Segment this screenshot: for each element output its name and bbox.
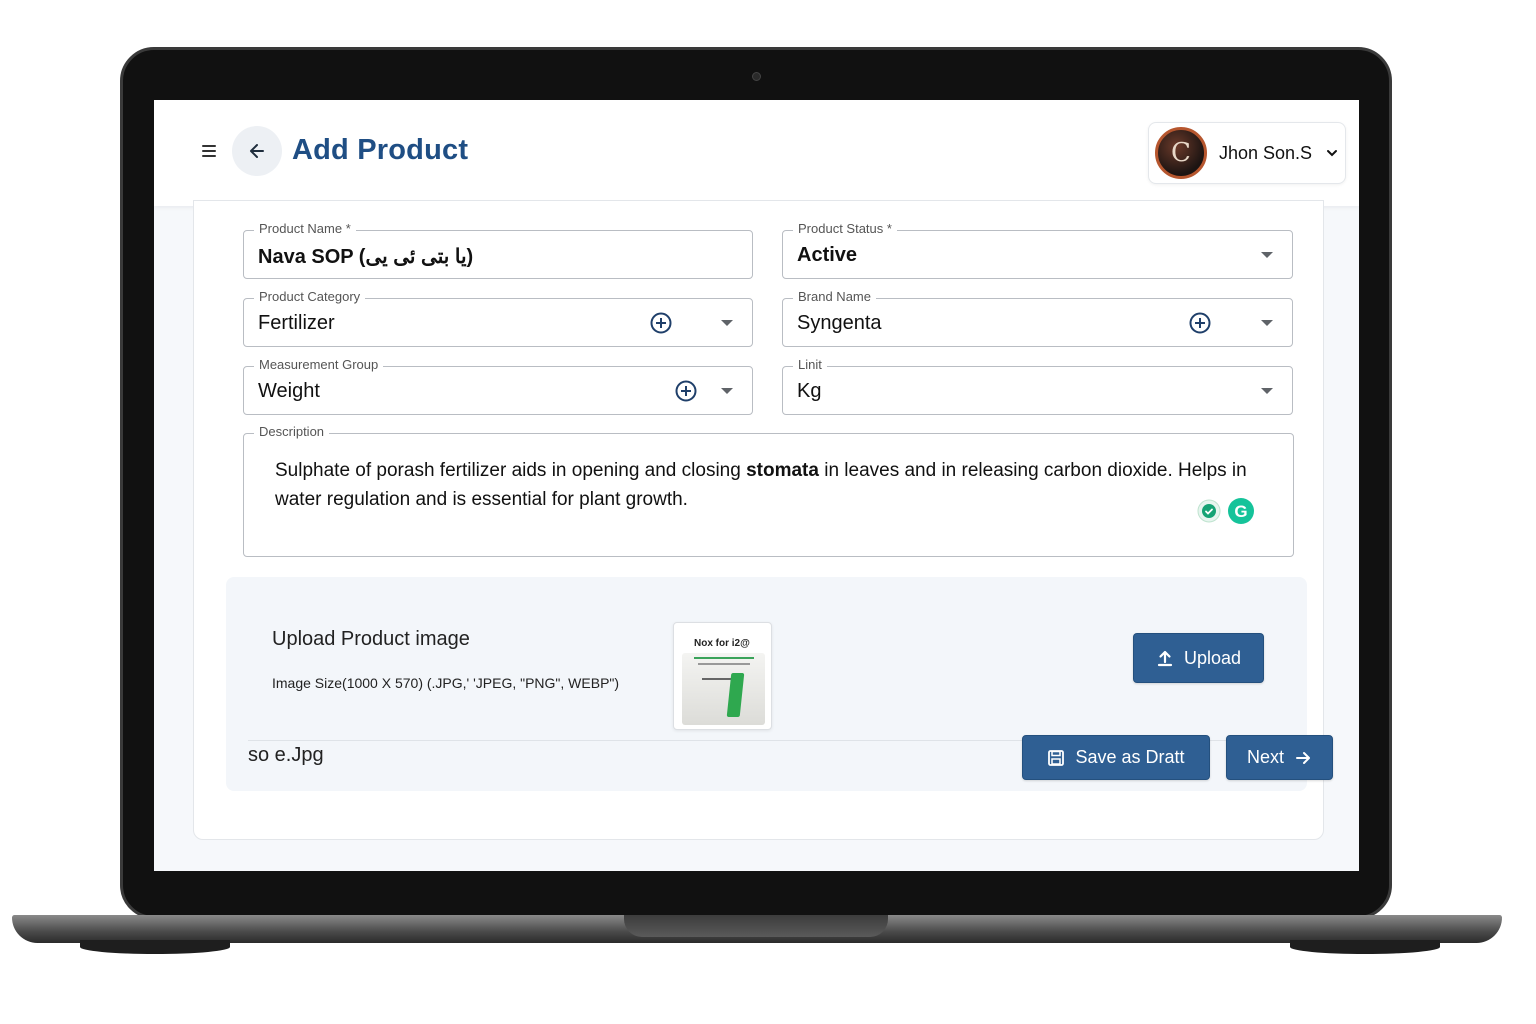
arrow-left-icon	[250, 144, 264, 158]
product-name-label: Product Name *	[254, 221, 356, 236]
product-status-value: Active	[797, 244, 858, 266]
save-draft-button[interactable]: Save as Dratt	[1022, 735, 1210, 780]
description-textarea[interactable]: Description Sulphate of porash fertilize…	[243, 424, 1294, 557]
thumbnail-line	[698, 663, 750, 665]
product-status-label: Product Status *	[793, 221, 897, 236]
caret-down-icon	[1261, 252, 1273, 258]
laptop-notch	[624, 915, 888, 937]
user-menu[interactable]: C Jhon Son.S	[1148, 122, 1346, 184]
product-name-field[interactable]: Product Name * Nava SOP (یا بتی ئی یی)	[243, 221, 753, 279]
chevron-down-icon	[1327, 150, 1338, 157]
product-category-select[interactable]: Product Category Fertilizer	[243, 289, 753, 347]
caret-down-icon	[1261, 388, 1273, 394]
save-draft-label: Save as Dratt	[1075, 747, 1185, 767]
plus-circle-icon[interactable]	[650, 312, 672, 334]
arrow-right-icon	[1296, 751, 1310, 764]
description-label: Description	[254, 424, 330, 439]
measurement-group-select[interactable]: Measurement Group Weight	[243, 357, 753, 415]
caret-down-icon	[721, 388, 733, 394]
grammarly-icon[interactable]: G	[1226, 496, 1256, 526]
unit-value: Kg	[797, 380, 822, 402]
product-status-select[interactable]: Product Status * Active	[782, 221, 1293, 279]
top-bar: Add Product C Jhon Son.S	[154, 100, 1359, 206]
upload-hint: Image Size(1000 X 570) (.JPG,' 'JPEG, "P…	[272, 675, 620, 691]
brand-name-value: Syngenta	[797, 312, 882, 334]
plus-circle-icon[interactable]	[1189, 312, 1211, 334]
save-icon	[1048, 749, 1065, 766]
back-button[interactable]	[232, 126, 282, 176]
product-category-label: Product Category	[254, 289, 366, 304]
svg-text:G: G	[1234, 502, 1247, 521]
measurement-group-label: Measurement Group	[254, 357, 384, 372]
upload-button-label: Upload	[1183, 647, 1242, 668]
unit-label: Linit	[793, 357, 827, 372]
uploaded-file-name: so e.Jpg	[248, 744, 324, 766]
thumbnail-line	[694, 657, 754, 659]
brand-name-label: Brand Name	[793, 289, 876, 304]
upload-title: Upload Product image	[272, 628, 470, 650]
laptop-foot-right	[1290, 940, 1440, 954]
user-name: Jhon Son.S	[1219, 142, 1313, 163]
upload-button[interactable]: Upload	[1133, 633, 1264, 683]
unit-select[interactable]: Linit Kg	[782, 357, 1293, 415]
product-image-thumbnail[interactable]: Nox for i2@	[673, 622, 772, 730]
app-screen: Add Product C Jhon Son.S Product Name * …	[154, 100, 1359, 871]
upload-icon	[1157, 650, 1173, 667]
page-title: Add Product	[292, 134, 469, 166]
description-text: Sulphate of porash fertilizer aids in op…	[275, 460, 1247, 510]
product-name-value: Nava SOP (یا بتی ئی یی)	[258, 246, 474, 268]
webcam	[752, 72, 761, 81]
next-button[interactable]: Next	[1226, 735, 1333, 780]
caret-down-icon	[1261, 320, 1273, 326]
grammarly-check-icon[interactable]	[1196, 498, 1222, 524]
brand-name-select[interactable]: Brand Name Syngenta	[782, 289, 1293, 347]
next-label: Next	[1246, 747, 1284, 767]
grammarly-widget[interactable]: G	[1196, 496, 1256, 526]
menu-icon[interactable]	[202, 144, 216, 158]
plus-circle-icon[interactable]	[675, 380, 697, 402]
product-category-value: Fertilizer	[258, 312, 335, 334]
caret-down-icon	[721, 320, 733, 326]
thumbnail-caption: Nox for i2@	[694, 638, 750, 649]
avatar: C	[1155, 127, 1207, 179]
measurement-group-value: Weight	[258, 380, 320, 402]
laptop-foot-left	[80, 940, 230, 954]
